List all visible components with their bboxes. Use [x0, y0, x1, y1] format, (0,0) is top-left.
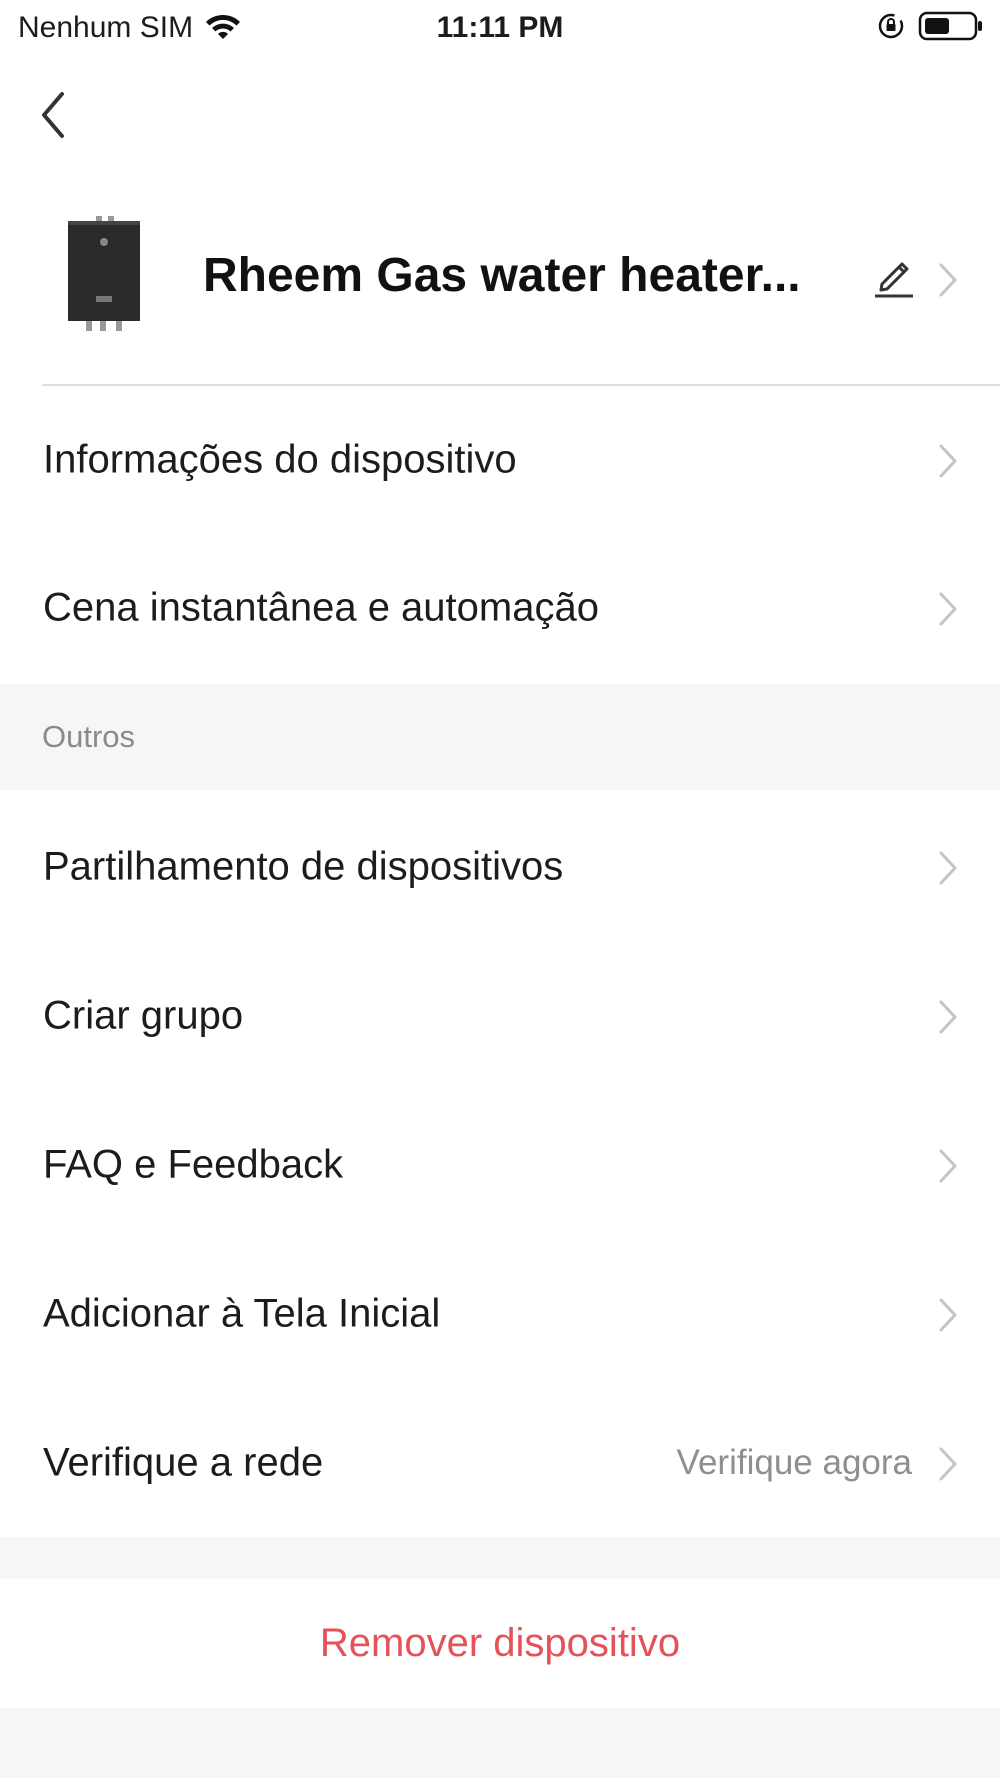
device-sharing-label: Partilhamento de dispositivos — [43, 844, 564, 889]
device-info-label: Informações do dispositivo — [43, 437, 517, 482]
chevron-right-icon — [939, 592, 957, 626]
section-gap — [0, 1537, 1000, 1579]
create-group-label: Criar grupo — [43, 993, 244, 1038]
section-title: Outros — [42, 719, 136, 754]
chevron-right-icon — [939, 1149, 957, 1183]
battery-icon — [918, 11, 982, 41]
others-section-header: Outros — [0, 684, 1000, 790]
orientation-lock-icon — [878, 13, 904, 39]
chevron-right-icon — [939, 444, 957, 478]
chevron-right-icon — [939, 1298, 957, 1332]
check-now-value: Verifique agora — [676, 1443, 912, 1482]
device-info-row[interactable]: Informações do dispositivo — [0, 386, 1000, 534]
add-home-screen-label: Adicionar à Tela Inicial — [43, 1291, 441, 1336]
status-bar: Nenhum SIM 11:11 PM — [0, 0, 1000, 56]
faq-feedback-label: FAQ e Feedback — [43, 1142, 344, 1187]
scene-automation-label: Cena instantânea e automação — [43, 585, 599, 630]
pencil-icon[interactable] — [872, 254, 916, 300]
chevron-right-icon — [939, 263, 957, 297]
faq-feedback-row[interactable]: FAQ e Feedback — [0, 1091, 1000, 1239]
remove-device-button[interactable]: Remover dispositivo — [0, 1578, 1000, 1708]
remove-device-label: Remover dispositivo — [319, 1620, 681, 1665]
chevron-right-icon — [939, 1447, 957, 1481]
status-icons — [876, 10, 984, 42]
device-name: Rheem Gas water heater... — [203, 249, 801, 302]
status-time: 11:11 PM — [436, 11, 564, 44]
back-button[interactable] — [28, 80, 78, 150]
check-network-label: Verifique a rede — [43, 1440, 324, 1485]
device-header[interactable]: Rheem Gas water heater... — [0, 190, 1000, 386]
scene-automation-row[interactable]: Cena instantânea e automação — [0, 534, 1000, 682]
bottom-gap — [0, 1708, 1000, 1778]
chevron-left-icon — [42, 92, 64, 138]
chevron-right-icon — [939, 1000, 957, 1034]
create-group-row[interactable]: Criar grupo — [0, 942, 1000, 1090]
chevron-right-icon — [939, 851, 957, 885]
water-heater-image — [68, 216, 140, 331]
device-sharing-row[interactable]: Partilhamento de dispositivos — [0, 793, 1000, 941]
add-home-screen-row[interactable]: Adicionar à Tela Inicial — [0, 1240, 1000, 1388]
check-network-row[interactable]: Verifique a rede Verifique agora — [0, 1389, 1000, 1537]
